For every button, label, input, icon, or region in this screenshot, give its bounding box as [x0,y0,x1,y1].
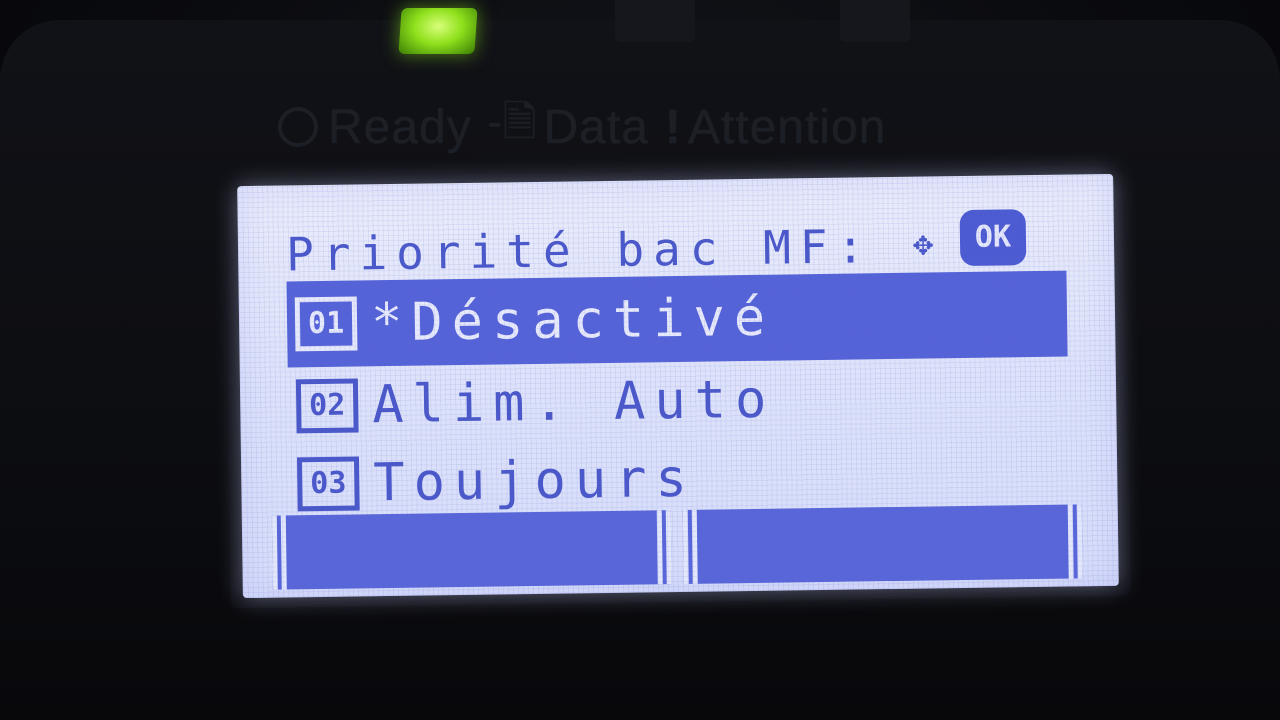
right-softkey-label [697,505,1069,584]
power-led-indicator [398,8,478,54]
ready-label: Ready [328,100,472,154]
panel-key[interactable] [840,0,910,42]
item-label: Alim. Auto [371,369,776,436]
item-label: *Désactivé [370,287,775,354]
attention-exclamation-icon: ! [664,100,682,154]
panel-key[interactable] [615,0,695,42]
left-softkey[interactable] [271,510,672,590]
status-indicator-row: Ready -🗎 Data ! Attention [278,92,902,162]
dpad-arrows-icon: ✥ [912,223,934,264]
item-number: 02 [295,378,359,434]
ready-indicator: Ready [278,100,472,155]
item-number: 01 [294,296,358,352]
ok-badge: OK [959,209,1027,267]
attention-indicator: ! Attention [665,100,886,155]
attention-label: Attention [687,100,887,154]
ready-circle-icon [278,107,318,147]
lcd-screen: Priorité bac MF: ✥ OK 01 *Désactivé 02 A… [237,173,1119,599]
right-softkey[interactable] [682,504,1083,584]
left-softkey-label [286,510,658,589]
data-label: Data [543,100,649,154]
item-label: Toujours [372,448,697,514]
data-indicator: -🗎 Data [488,92,649,163]
item-number: 03 [296,456,360,512]
softkey-bar [271,504,1083,590]
menu-item-desactive[interactable]: 01 *Désactivé [286,270,1068,368]
screen-title: Priorité bac MF: [285,219,874,282]
data-document-icon: -🗎 [487,97,538,145]
